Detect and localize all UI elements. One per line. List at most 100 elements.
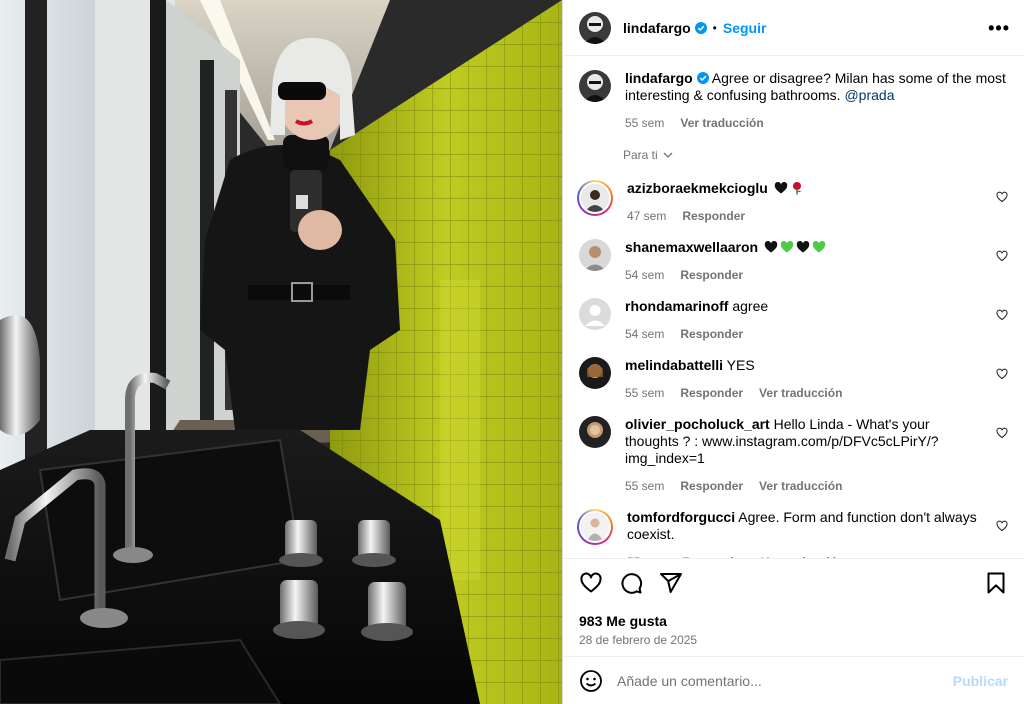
caption-avatar[interactable] (579, 70, 611, 102)
commenter-avatar[interactable] (577, 180, 613, 216)
commenter-avatar[interactable] (579, 357, 611, 389)
comment-like-heart-icon[interactable] (996, 520, 1008, 532)
reply-button[interactable]: Responder (680, 268, 743, 282)
caption-translate-button[interactable]: Ver traducción (680, 116, 763, 130)
comments-area[interactable]: lindafargo Agree or disagree? Milan has … (563, 56, 1024, 558)
instagram-post-view: lindafargo • Seguir ••• lindafargo Agree… (0, 0, 1024, 704)
comment-time: 54 sem (625, 327, 665, 341)
bathroom-photo-illustration (0, 0, 562, 704)
comment-username[interactable]: shanemaxwellaaron (625, 239, 758, 255)
reply-button[interactable]: Responder (680, 386, 743, 400)
commenter-avatar-image (581, 513, 609, 541)
heart-icon[interactable] (579, 571, 603, 595)
verified-badge-icon (694, 21, 707, 34)
comment-item: shanemaxwellaaron 54 sem Responder (579, 239, 1008, 282)
translate-button[interactable]: Ver traducción (759, 386, 842, 400)
comment-text: tomfordforgucci Agree. Form and function… (627, 509, 1008, 543)
chevron-down-icon (663, 152, 673, 158)
comment-item: tomfordforgucci Agree. Form and function… (577, 509, 1008, 558)
publish-button[interactable]: Publicar (953, 673, 1008, 689)
commenter-avatar[interactable] (579, 416, 611, 448)
comment-meta: 47 sem Responder (627, 209, 1008, 223)
commenter-avatar[interactable] (577, 509, 613, 545)
likes-count[interactable]: 983 Me gusta (579, 613, 1008, 629)
black-heart-icon (764, 240, 778, 253)
share-icon[interactable] (659, 571, 683, 595)
reply-button[interactable]: Responder (680, 327, 743, 341)
comment-like-heart-icon[interactable] (996, 250, 1008, 262)
post-caption: lindafargo Agree or disagree? Milan has … (579, 70, 1008, 130)
follow-button[interactable]: Seguir (723, 20, 767, 36)
post-photo[interactable] (0, 0, 562, 704)
comment-text: rhondamarinoff agree (625, 298, 1008, 315)
comment-like-heart-icon[interactable] (996, 427, 1008, 439)
add-comment-bar: Publicar (563, 656, 1024, 704)
more-options-button[interactable]: ••• (988, 19, 1010, 37)
comment-username[interactable]: olivier_pocholuck_art (625, 416, 770, 432)
comment-meta: 55 sem Responder Ver traducción (625, 479, 1008, 493)
comment-item: olivier_pocholuck_art Hello Linda - What… (579, 416, 1008, 493)
comment-meta: 55 sem Responder Ver traducción (627, 555, 1008, 558)
comment-time: 55 sem (627, 555, 666, 558)
caption-mention-link[interactable]: @prada (844, 87, 894, 103)
comment-sort-dropdown[interactable]: Para ti (623, 148, 1008, 162)
black-heart-icon (796, 240, 810, 253)
comment-username[interactable]: azizboraekmekcioglu (627, 180, 768, 196)
comment-username[interactable]: melindabattelli (625, 357, 723, 373)
comment-body: YES (726, 357, 755, 373)
comment-text: melindabattelli YES (625, 357, 1008, 374)
green-heart-icon (780, 240, 794, 253)
comment-meta: 54 sem Responder (625, 268, 1008, 282)
header-separator: • (712, 20, 717, 35)
comment-meta: 54 sem Responder (625, 327, 1008, 341)
comment-like-heart-icon[interactable] (996, 191, 1008, 203)
author-username[interactable]: lindafargo (623, 20, 691, 36)
comment-item: melindabattelli YES 55 sem Responder Ver tr… (579, 357, 1008, 400)
author-avatar-image (579, 11, 611, 44)
post-actions: 983 Me gusta 28 de febrero de 2025 (563, 558, 1024, 656)
comment-text: olivier_pocholuck_art Hello Linda - What… (625, 416, 1008, 467)
comment-username[interactable]: tomfordforgucci (627, 509, 735, 525)
post-date: 28 de febrero de 2025 (579, 633, 698, 647)
black-heart-icon (774, 181, 787, 194)
verified-badge-icon (696, 72, 709, 84)
comment-icon[interactable] (619, 571, 643, 595)
caption-meta: 55 sem Ver traducción (625, 116, 1008, 130)
bookmark-icon[interactable] (984, 571, 1008, 595)
comment-username[interactable]: rhondamarinoff (625, 298, 728, 314)
comment-time: 55 sem (625, 479, 665, 493)
commenter-avatar-image (581, 184, 609, 212)
comment-list: azizboraekmekcioglu 47 sem Responder shane… (577, 180, 1008, 558)
green-heart-icon (812, 240, 826, 253)
commenter-avatar[interactable] (579, 298, 611, 330)
commenter-avatar-image (579, 239, 611, 271)
translate-button[interactable]: Ver traducción (761, 555, 844, 558)
comment-text: shanemaxwellaaron (625, 239, 1008, 256)
comment-meta: 55 sem Responder Ver traducción (625, 386, 1008, 400)
comment-input[interactable] (617, 672, 953, 689)
comment-like-heart-icon[interactable] (996, 309, 1008, 321)
commenter-avatar-image (579, 357, 611, 389)
caption-username[interactable]: lindafargo (625, 70, 693, 86)
author-avatar[interactable] (579, 11, 611, 44)
comment-item: rhondamarinoff agree 54 sem Responder (579, 298, 1008, 341)
action-icons (579, 571, 1008, 595)
caption-time: 55 sem (625, 116, 665, 130)
reply-button[interactable]: Responder (680, 479, 743, 493)
translate-button[interactable]: Ver traducción (759, 479, 842, 493)
comment-like-heart-icon[interactable] (996, 368, 1008, 380)
comment-time: 54 sem (625, 268, 665, 282)
default-avatar-icon (579, 298, 611, 330)
comment-time: 47 sem (627, 209, 667, 223)
smiley-icon[interactable] (579, 669, 603, 693)
post-header: lindafargo • Seguir ••• (563, 0, 1024, 56)
caption-text: lindafargo Agree or disagree? Milan has … (625, 70, 1008, 104)
commenter-avatar-image (579, 416, 611, 448)
sort-label: Para ti (623, 148, 658, 162)
commenter-avatar[interactable] (579, 239, 611, 271)
comment-body: agree (732, 298, 769, 314)
comment-time: 55 sem (625, 386, 665, 400)
caption-avatar-image (579, 70, 611, 102)
reply-button[interactable]: Responder (682, 555, 745, 558)
reply-button[interactable]: Responder (682, 209, 745, 223)
